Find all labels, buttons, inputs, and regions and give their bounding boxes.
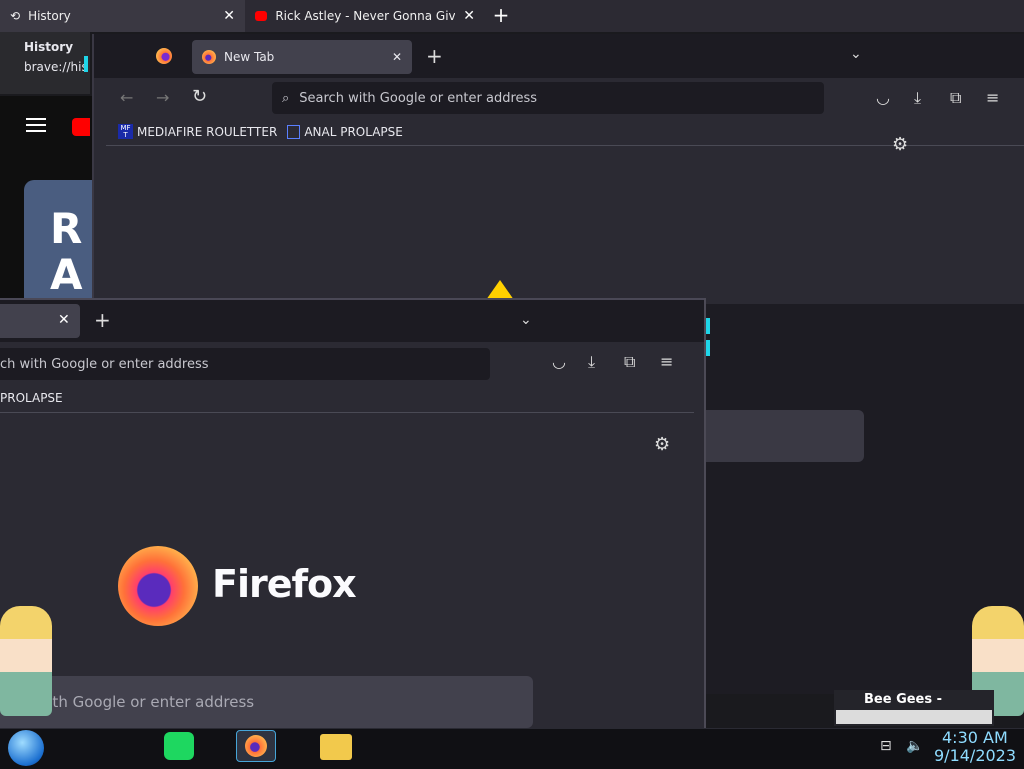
chevron-down-icon[interactable]: ⌄	[850, 46, 862, 62]
tab-new-tab[interactable]: New Tab ✕	[192, 40, 412, 74]
tab-label: Rick Astley - Never Gonna Give Yo	[275, 9, 456, 23]
close-icon[interactable]: ✕	[223, 8, 235, 24]
extensions-icon[interactable]: ⧉	[624, 352, 635, 372]
bookmark-second[interactable]: ANAL PROLAPSE	[287, 124, 403, 139]
taskbar-firefox-button[interactable]	[236, 730, 276, 762]
firefox-window-back: New Tab ✕ + ⌄ ← → ↻ ⌕ Search with Google…	[92, 34, 1024, 304]
system-tray[interactable]: ⊟ 🔈	[880, 738, 924, 754]
menu-icon[interactable]: ≡	[986, 88, 999, 107]
accent-decoration	[706, 340, 710, 356]
star-decoration-icon	[486, 280, 514, 300]
new-tab-button[interactable]: +	[490, 5, 512, 27]
tooltip-url: brave://his	[24, 60, 88, 74]
close-icon[interactable]: ✕	[392, 50, 402, 64]
taskbar	[0, 728, 1024, 769]
forward-arrow-icon[interactable]: →	[156, 88, 169, 107]
newtab-search-box[interactable]	[706, 410, 864, 462]
history-icon: ⟲	[10, 9, 21, 23]
back-arrow-icon[interactable]: ←	[120, 88, 133, 107]
navigation-toolbar: ch with Google or enter address ◡ ⤓ ⧉ ≡	[0, 342, 694, 384]
firefox-icon	[245, 735, 267, 757]
pocket-icon[interactable]: ◡	[552, 352, 566, 371]
tab-history[interactable]: ⟲ History ✕	[0, 0, 245, 32]
menu-icon[interactable]: ≡	[660, 352, 673, 371]
video-thumbnail[interactable]: R A	[24, 180, 94, 300]
bookmark-mediafire[interactable]: MF T MEDIAFIRE ROULETTER	[118, 124, 277, 139]
bookmarks-toolbar: MF T MEDIAFIRE ROULETTER ANAL PROLAPSE	[106, 118, 1024, 146]
download-icon[interactable]: ⤓	[914, 88, 921, 108]
newtab-page	[106, 146, 1024, 304]
navigation-toolbar: ← → ↻ ⌕ Search with Google or enter addr…	[106, 78, 1024, 118]
clock-date[interactable]: 9/14/2023	[934, 746, 1016, 765]
pocket-icon[interactable]: ◡	[876, 88, 890, 107]
bookmark-label: MEDIAFIRE ROULETTER	[137, 124, 278, 139]
download-icon[interactable]: ⤓	[588, 352, 595, 372]
close-icon[interactable]: ✕	[463, 8, 475, 24]
youtube-icon	[255, 11, 268, 21]
bookmarks-toolbar: PROLAPSE	[0, 384, 694, 413]
tooltip-title: History	[24, 40, 74, 54]
tab-label: New Tab	[224, 50, 275, 64]
firefox-wordmark: Firefox	[212, 562, 357, 606]
youtube-logo-icon[interactable]	[72, 118, 90, 136]
clock-time[interactable]: 4:30 AM	[942, 728, 1008, 747]
hamburger-menu-icon[interactable]	[26, 118, 46, 132]
address-bar[interactable]: ⌕ Search with Google or enter address	[272, 82, 824, 114]
search-placeholder: with Google or enter address	[36, 693, 255, 711]
volume-icon[interactable]: 🔈	[906, 738, 923, 754]
spotify-icon[interactable]	[164, 732, 194, 760]
firefox-logo-icon	[118, 546, 198, 626]
extensions-icon[interactable]: ⧉	[950, 88, 961, 108]
close-icon[interactable]: ✕	[58, 312, 70, 328]
desktop-character-left	[0, 606, 52, 716]
start-button[interactable]	[8, 730, 44, 766]
accent-decoration	[706, 318, 710, 334]
address-bar[interactable]: ch with Google or enter address	[0, 348, 490, 380]
accent-decoration	[84, 56, 88, 72]
media-title: Bee Gees -	[864, 692, 943, 707]
new-tab-button[interactable]: +	[426, 46, 443, 66]
chevron-down-icon[interactable]: ⌄	[520, 312, 532, 328]
address-placeholder: Search with Google or enter address	[299, 90, 538, 106]
bookmark-label[interactable]: PROLAPSE	[0, 391, 63, 405]
media-progress[interactable]	[836, 710, 992, 724]
bookmark-icon	[287, 124, 301, 139]
mediafire-icon: MF T	[118, 124, 133, 139]
firefox-view-icon[interactable]	[156, 48, 172, 64]
settings-gear-icon[interactable]: ⚙	[654, 434, 670, 455]
tab-youtube[interactable]: Rick Astley - Never Gonna Give Yo ✕	[245, 0, 485, 32]
tab-label: History	[28, 9, 71, 23]
file-explorer-icon[interactable]	[320, 734, 352, 760]
new-tab-button[interactable]: +	[94, 310, 111, 330]
address-placeholder: ch with Google or enter address	[0, 356, 209, 372]
tab-tooltip: History brave://his	[0, 32, 90, 94]
network-icon[interactable]: ⊟	[880, 738, 892, 754]
search-icon: ⌕	[282, 90, 290, 106]
firefox-window-front: ✕ + ⌄ ch with Google or enter address ◡ …	[0, 298, 706, 738]
newtab-search-input[interactable]: with Google or enter address	[0, 676, 533, 728]
bookmark-label: ANAL PROLAPSE	[304, 124, 403, 139]
settings-gear-icon[interactable]: ⚙	[892, 134, 908, 155]
firefox-icon	[202, 50, 216, 64]
reload-icon[interactable]: ↻	[192, 86, 207, 107]
